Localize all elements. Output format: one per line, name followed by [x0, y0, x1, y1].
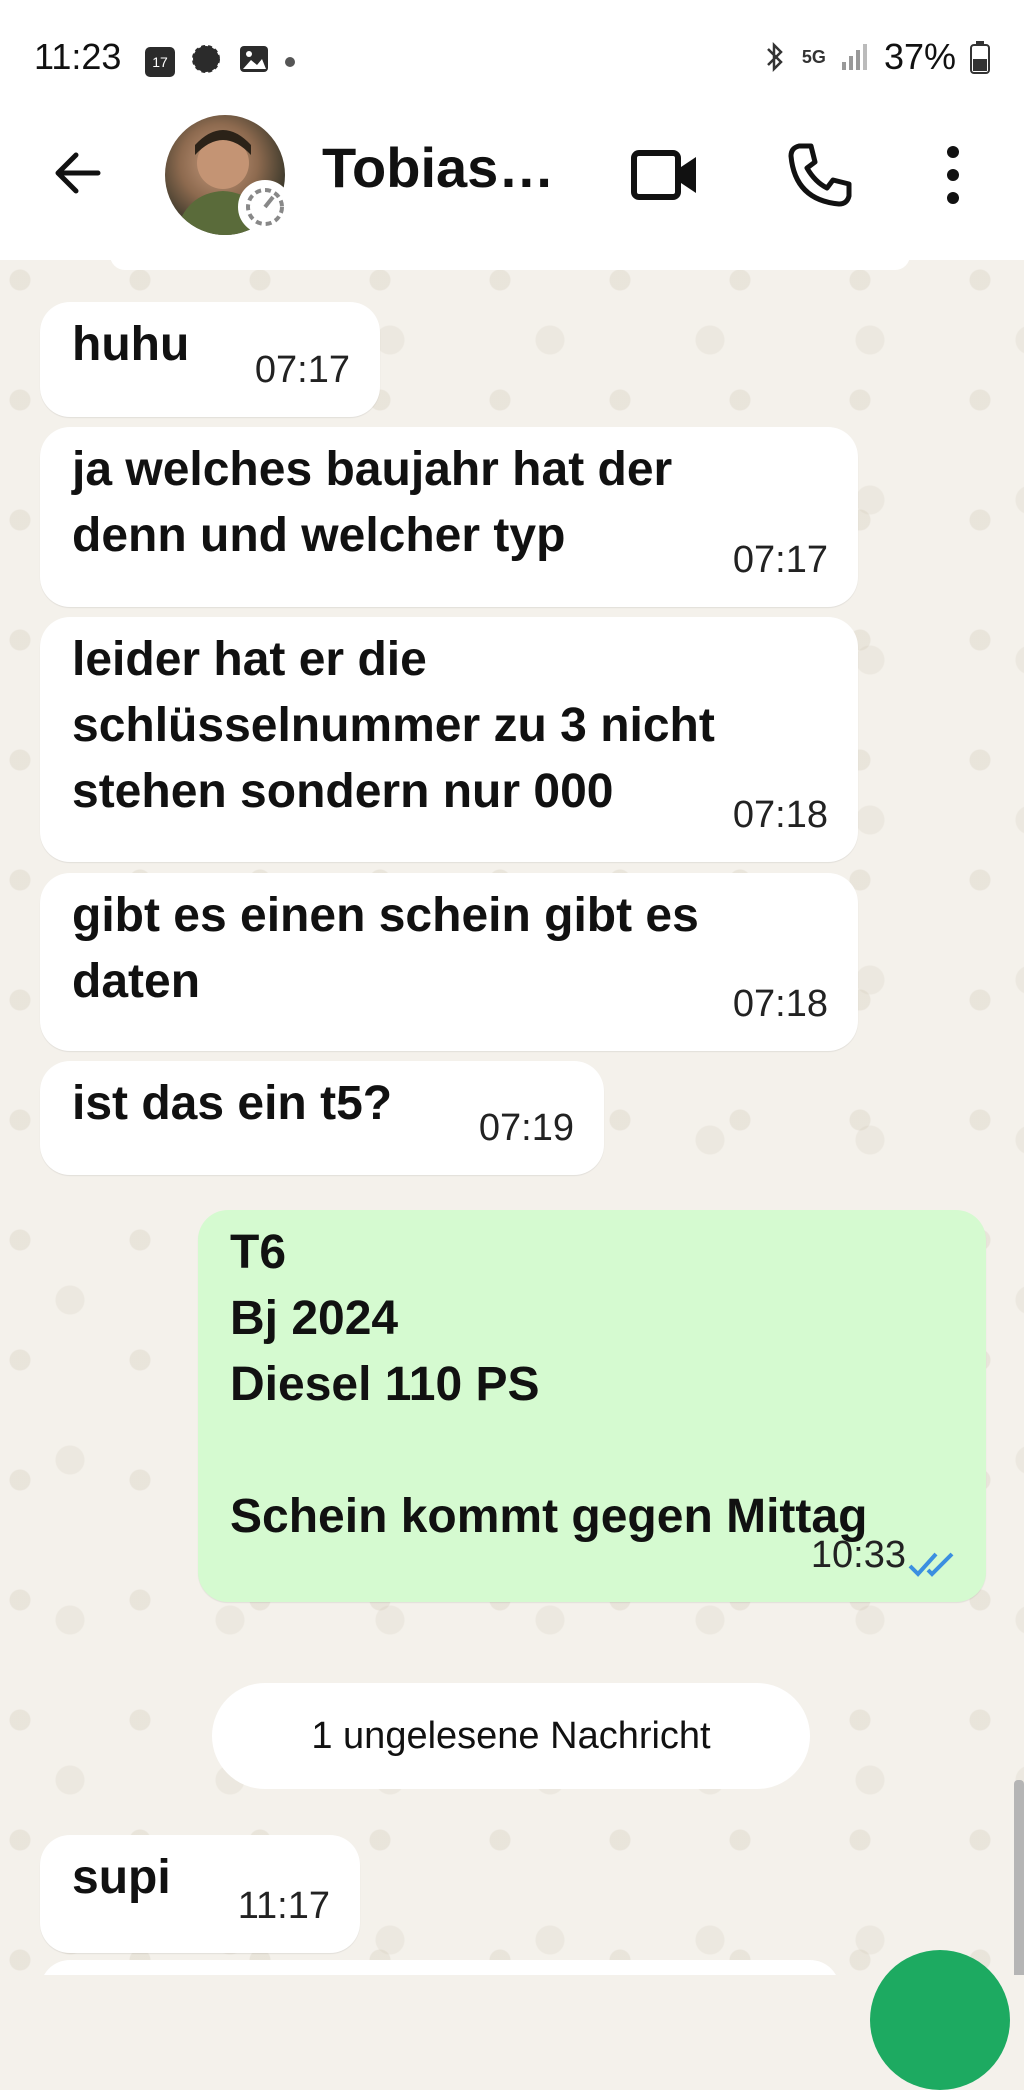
voice-call-button[interactable] — [785, 140, 855, 210]
message-time: 11:17 — [237, 1885, 330, 1927]
message-time: 07:19 — [478, 1107, 574, 1149]
chat-header: Tobias… — [0, 115, 1024, 260]
message-time: 07:18 — [732, 794, 828, 836]
overflow-menu-button[interactable] — [935, 140, 971, 210]
message-text: leider hat er die schlüsselnummer zu 3 n… — [72, 633, 715, 818]
message-bubble[interactable]: gibt es einen schein gibt es daten 07:18 — [40, 873, 858, 1051]
scrollbar[interactable] — [1014, 1780, 1024, 1975]
read-receipt-icon — [908, 1552, 954, 1577]
status-bar: 11:23 17 5G 37% — [0, 0, 1024, 115]
chat-bubble-icon — [189, 42, 223, 81]
new-message-fab[interactable] — [870, 1950, 1010, 2090]
outgoing-message-bubble[interactable]: T6 Bj 2024 Diesel 110 PS Schein kommt ge… — [198, 1210, 986, 1602]
status-time: 11:23 — [34, 36, 122, 77]
gallery-icon — [237, 42, 271, 81]
contact-name[interactable]: Tobias… — [322, 135, 554, 200]
signal-icon — [841, 44, 867, 70]
message-text: T6 Bj 2024 Diesel 110 PS Schein kommt ge… — [230, 1226, 868, 1543]
message-time: 07:18 — [732, 983, 828, 1025]
message-time: 07:17 — [732, 539, 828, 581]
message-time: 10:33 — [810, 1534, 906, 1576]
battery-percent: 37% — [883, 36, 956, 77]
back-arrow-icon — [55, 152, 101, 194]
message-bubble[interactable]: supi 11:17 — [40, 1835, 360, 1953]
previous-message-edge — [110, 260, 910, 270]
back-button[interactable] — [48, 143, 108, 203]
video-call-button[interactable] — [630, 145, 700, 205]
message-bubble[interactable]: huhu 07:17 — [40, 302, 380, 417]
message-time: 07:17 — [254, 349, 350, 391]
more-notifications-icon — [285, 56, 295, 67]
message-bubble[interactable]: ist das ein t5? 07:19 — [40, 1061, 604, 1175]
message-text: gibt es einen schein gibt es daten — [72, 889, 699, 1008]
more-vertical-icon — [947, 146, 959, 204]
notification-icons: 17 — [145, 42, 295, 81]
status-ring-icon — [238, 180, 292, 234]
battery-icon — [970, 41, 990, 74]
message-bubble-partial[interactable] — [40, 1960, 840, 1975]
video-camera-icon — [631, 150, 696, 200]
bluetooth-icon — [767, 41, 783, 73]
network-type: 5G — [801, 46, 826, 67]
message-bubble[interactable]: ja welches baujahr hat der denn und welc… — [40, 427, 858, 607]
message-bubble[interactable]: leider hat er die schlüsselnummer zu 3 n… — [40, 617, 858, 862]
phone-icon — [788, 143, 852, 207]
system-icons: 5G 37% — [762, 36, 990, 78]
unread-messages-divider: 1 ungelesene Nachricht — [212, 1683, 810, 1789]
message-text: ja welches baujahr hat der denn und welc… — [72, 443, 673, 562]
calendar-icon: 17 — [145, 46, 175, 77]
